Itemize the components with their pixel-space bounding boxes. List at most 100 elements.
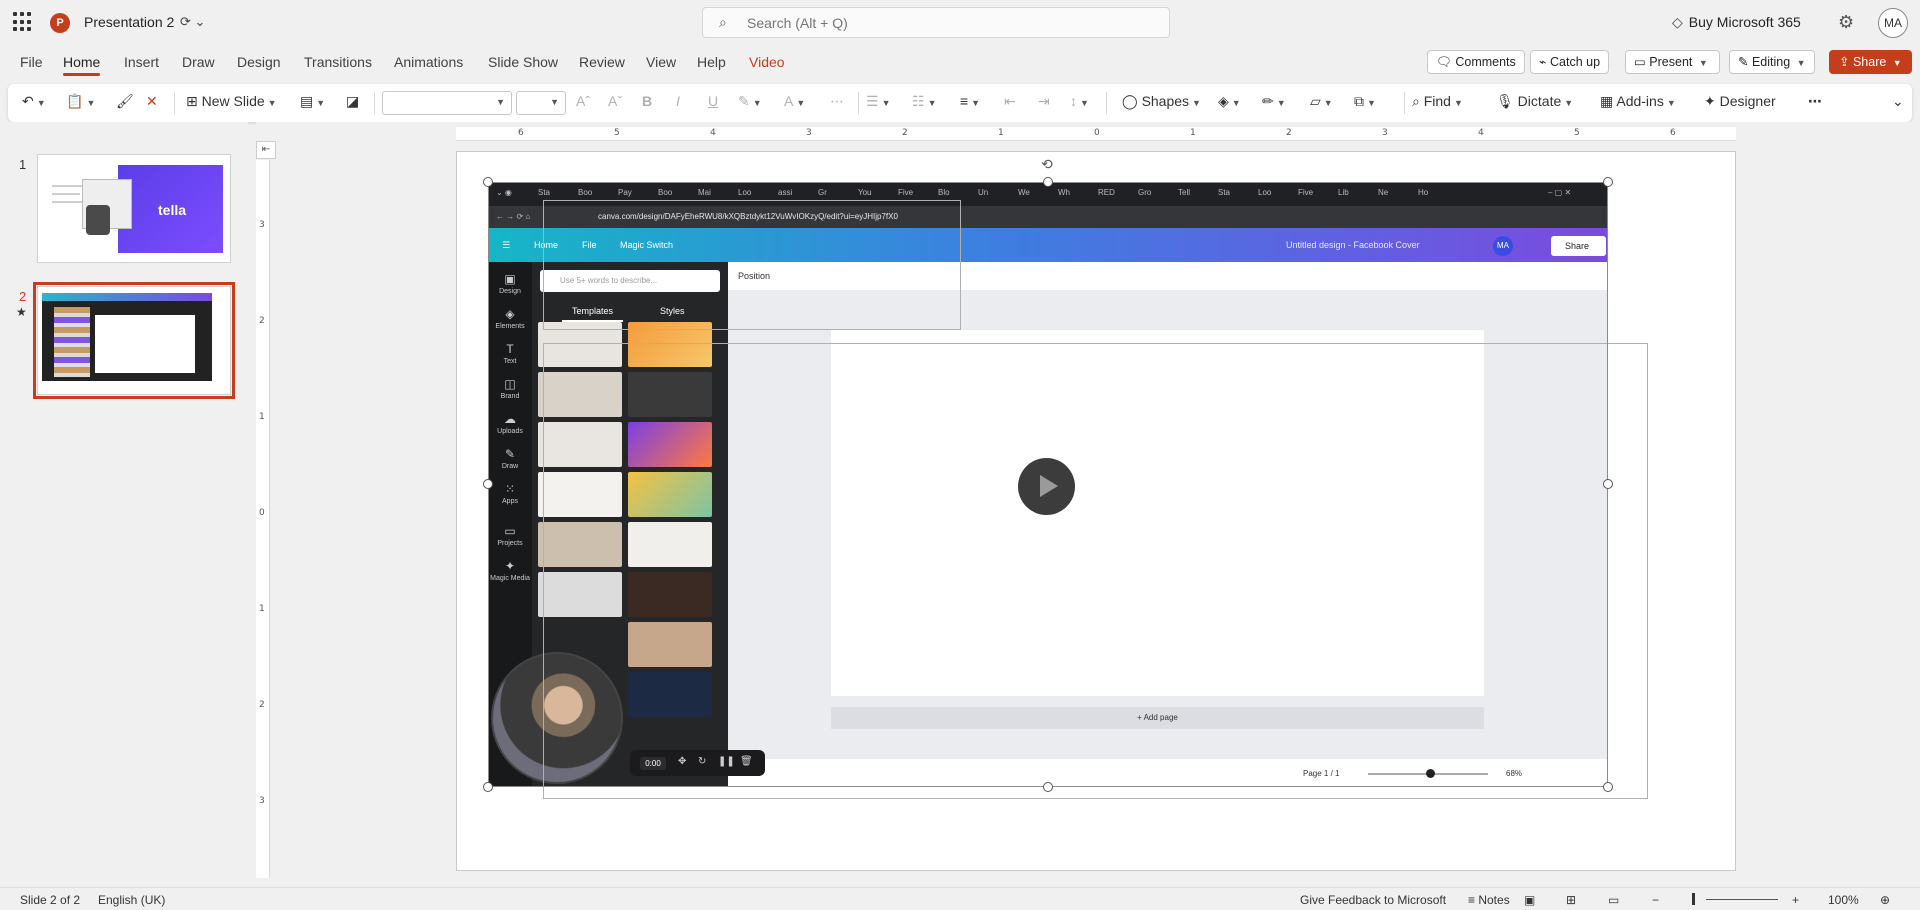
ruler-tick: 2 <box>902 128 908 138</box>
tab-help[interactable]: Help <box>697 54 726 70</box>
chevron-down-icon: ▼ <box>1892 58 1902 68</box>
zoom-percentage[interactable]: 100% <box>1828 893 1859 907</box>
tab-draw[interactable]: Draw <box>182 54 215 70</box>
resize-handle[interactable] <box>1043 782 1053 792</box>
app-launcher-icon[interactable] <box>13 12 33 32</box>
increase-indent-icon[interactable]: ⇥ <box>1038 93 1050 110</box>
dictate-label: Dictate <box>1517 93 1562 109</box>
more-options-icon[interactable]: ⋯ <box>1808 93 1822 110</box>
add-ins-button[interactable]: ▦ Add-ins ▼ <box>1600 93 1676 110</box>
zoom-slider[interactable] <box>1706 899 1778 900</box>
autosave-status-icon[interactable]: ⟳ ⌄ <box>180 14 205 30</box>
arrange-icon[interactable]: ⧉ ▼ <box>1354 93 1376 110</box>
tab-file[interactable]: File <box>20 54 43 70</box>
feedback-link[interactable]: Give Feedback to Microsoft <box>1300 893 1446 907</box>
shapes-label: Shapes <box>1141 93 1190 109</box>
underline-icon[interactable]: U <box>708 93 718 109</box>
catch-up-button[interactable]: ⌁ Catch up <box>1530 50 1610 74</box>
align-icon[interactable]: ≡ ▼ <box>960 93 980 109</box>
zoom-out-icon[interactable]: − <box>1652 893 1659 907</box>
present-label: Present <box>1649 55 1693 69</box>
slide-thumbnail-1[interactable]: tella <box>37 154 231 263</box>
format-painter-icon[interactable]: 🖌 <box>116 93 134 110</box>
search-box[interactable]: ⌕ <box>702 7 1170 38</box>
tab-slide-show[interactable]: Slide Show <box>488 54 558 70</box>
search-input[interactable] <box>747 13 1127 33</box>
document-title[interactable]: Presentation 2 <box>84 14 174 30</box>
present-button[interactable]: ▭ Present ▼ <box>1625 50 1720 74</box>
designer-button[interactable]: ✦ Designer <box>1704 93 1776 110</box>
ruler-tick: 6 <box>518 128 524 138</box>
paste-icon[interactable]: 📋 ▼ <box>66 93 95 110</box>
tab-insert[interactable]: Insert <box>124 54 159 70</box>
fit-to-window-icon[interactable]: ⊕ <box>1880 893 1890 907</box>
section-icon[interactable]: ◪ <box>346 93 359 110</box>
bullets-icon[interactable]: ☰ ▼ <box>866 93 890 110</box>
zoom-slider-thumb[interactable] <box>1692 893 1695 905</box>
comments-button[interactable]: 🗨 Comments <box>1427 50 1525 74</box>
ruler-tick: 1 <box>1190 128 1196 138</box>
reading-view-icon[interactable]: ▭ <box>1608 893 1619 907</box>
more-font-options-icon[interactable]: ⋯ <box>830 93 844 110</box>
notes-toggle[interactable]: ≡ Notes <box>1468 893 1510 907</box>
resize-handle[interactable] <box>483 479 493 489</box>
shape-effects-icon[interactable]: ▱ ▼ <box>1310 93 1333 110</box>
rotate-handle-icon[interactable]: ⟲ <box>1041 156 1053 173</box>
tab-design[interactable]: Design <box>237 54 281 70</box>
zoom-in-icon[interactable]: + <box>1792 893 1799 907</box>
tab-video[interactable]: Video <box>749 54 785 70</box>
collapse-pane-icon[interactable]: ⇤ <box>256 141 276 159</box>
editing-mode-button[interactable]: ✎ Editing ▼ <box>1729 50 1815 74</box>
bold-icon[interactable]: B <box>642 93 652 109</box>
tab-transitions[interactable]: Transitions <box>304 54 372 70</box>
account-avatar[interactable]: MA <box>1878 8 1908 38</box>
resize-handle[interactable] <box>1603 782 1613 792</box>
ruler-tick: 0 <box>1094 128 1100 138</box>
text-line <box>52 193 80 195</box>
font-color-icon[interactable]: A ▼ <box>784 93 805 109</box>
find-button[interactable]: ⌕ Find ▼ <box>1412 93 1463 110</box>
normal-view-icon[interactable]: ▣ <box>1524 893 1535 907</box>
settings-gear-icon[interactable]: ⚙ <box>1838 12 1854 33</box>
chevron-down-icon[interactable]: ▼ <box>1699 58 1708 68</box>
chevron-down-icon[interactable]: ⌄ <box>1892 93 1904 110</box>
slide-sorter-icon[interactable]: ⊞ <box>1566 893 1576 907</box>
undo-icon[interactable]: ↶ ▼ <box>22 93 46 110</box>
tab-animations[interactable]: Animations <box>394 54 463 70</box>
comments-label: Comments <box>1455 55 1516 69</box>
language-indicator[interactable]: English (UK) <box>98 893 165 907</box>
resize-handle[interactable] <box>483 177 493 187</box>
share-button[interactable]: ⇪ Share ▼ <box>1829 50 1912 74</box>
grow-font-icon[interactable]: Aˆ <box>576 93 590 109</box>
resize-handle[interactable] <box>1603 177 1613 187</box>
dictate-button[interactable]: 🎙 Dictate ▼ <box>1496 93 1573 110</box>
resize-handle[interactable] <box>1043 177 1053 187</box>
buy-microsoft-365-link[interactable]: ◇ Buy Microsoft 365 <box>1672 14 1801 31</box>
slide-thumbnail-2[interactable] <box>33 282 235 399</box>
line-spacing-icon[interactable]: ↕ ▼ <box>1070 93 1089 109</box>
decrease-indent-icon[interactable]: ⇤ <box>1004 93 1016 110</box>
catch-up-label: Catch up <box>1550 55 1601 69</box>
slide-counter: Slide 2 of 2 <box>20 893 81 907</box>
chevron-down-icon: ▼ <box>496 97 505 107</box>
divider <box>858 92 859 114</box>
add-ins-label: Add-ins <box>1616 93 1664 109</box>
resize-handle[interactable] <box>1603 479 1613 489</box>
shape-fill-icon[interactable]: ◈ ▼ <box>1218 93 1241 110</box>
clear-formatting-icon[interactable]: ✕ <box>146 93 158 110</box>
font-size-field[interactable]: ▼ <box>516 91 566 115</box>
numbering-icon[interactable]: ☷ ▼ <box>912 93 936 110</box>
ruler-tick: 5 <box>1574 128 1580 138</box>
highlight-icon[interactable]: ✎ ▼ <box>738 93 762 110</box>
tab-home[interactable]: Home <box>63 54 101 76</box>
layout-icon[interactable]: ▤ ▼ <box>300 93 325 110</box>
italic-icon[interactable]: I <box>676 93 680 109</box>
resize-handle[interactable] <box>483 782 493 792</box>
shrink-font-icon[interactable]: Aˇ <box>608 93 622 109</box>
font-name-field[interactable]: ▼ <box>382 91 512 115</box>
tab-view[interactable]: View <box>646 54 676 70</box>
shapes-button[interactable]: ◯ Shapes ▼ <box>1122 93 1201 110</box>
new-slide-button[interactable]: ⊞ New Slide ▼ <box>186 93 277 110</box>
tab-review[interactable]: Review <box>579 54 625 70</box>
shape-outline-icon[interactable]: ✏ ▼ <box>1262 93 1286 110</box>
